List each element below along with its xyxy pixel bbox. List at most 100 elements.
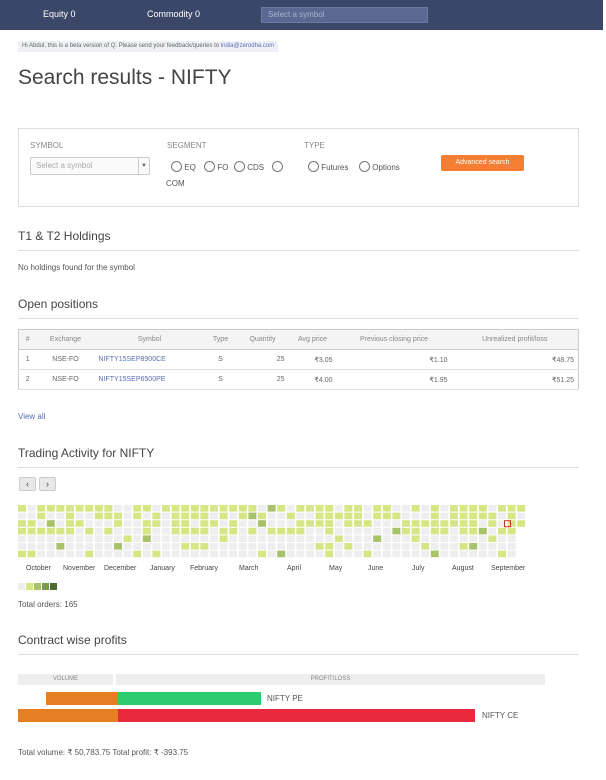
heatmap-day-cell[interactable]	[325, 543, 334, 550]
heatmap-day-cell[interactable]	[315, 505, 324, 512]
column-header[interactable]: Previous closing price	[336, 329, 452, 350]
heatmap-day-cell[interactable]	[517, 505, 526, 512]
heatmap-day-cell[interactable]	[430, 505, 439, 512]
heatmap-day-cell[interactable]	[450, 535, 458, 542]
column-header[interactable]: Unrealized profit/loss	[451, 329, 579, 350]
heatmap-day-cell[interactable]	[104, 535, 113, 542]
heatmap-day-cell[interactable]	[344, 520, 353, 527]
heatmap-day-cell[interactable]	[181, 520, 190, 527]
heatmap-day-cell[interactable]	[219, 520, 228, 527]
heatmap-day-cell[interactable]	[459, 527, 468, 535]
heatmap-day-cell[interactable]	[315, 512, 324, 520]
heatmap-day-cell[interactable]	[200, 520, 209, 527]
heatmap-day-cell[interactable]	[171, 550, 180, 558]
heatmap-day-cell[interactable]	[94, 550, 103, 558]
heatmap-day-cell[interactable]	[382, 512, 391, 520]
prev-year-button[interactable]: ‹	[19, 477, 36, 491]
heatmap-day-cell[interactable]	[354, 543, 362, 550]
heatmap-day-cell[interactable]	[411, 550, 420, 558]
heatmap-day-cell[interactable]	[267, 550, 276, 558]
heatmap-day-cell[interactable]	[488, 505, 497, 512]
heatmap-day-cell[interactable]	[411, 527, 420, 535]
heatmap-day-cell[interactable]	[354, 527, 362, 535]
heatmap-day-cell[interactable]	[210, 505, 218, 512]
heatmap-day-cell[interactable]	[277, 505, 286, 512]
heatmap-day-cell[interactable]	[133, 520, 142, 527]
segment-radio-com[interactable]	[272, 161, 283, 172]
heatmap-day-cell[interactable]	[27, 520, 36, 527]
heatmap-day-cell[interactable]	[18, 512, 26, 520]
heatmap-day-cell[interactable]	[469, 535, 478, 542]
heatmap-day-cell[interactable]	[363, 527, 372, 535]
heatmap-day-cell[interactable]	[248, 512, 257, 520]
nav-equity[interactable]: Equity 0	[43, 9, 76, 19]
heatmap-day-cell[interactable]	[267, 543, 276, 550]
heatmap-day-cell[interactable]	[421, 535, 430, 542]
heatmap-day-cell[interactable]	[306, 520, 314, 527]
heatmap-day-cell[interactable]	[411, 512, 420, 520]
heatmap-day-cell[interactable]	[123, 550, 132, 558]
heatmap-day-cell[interactable]	[478, 512, 487, 520]
heatmap-day-cell[interactable]	[200, 505, 209, 512]
heatmap-day-cell[interactable]	[94, 505, 103, 512]
heatmap-day-cell[interactable]	[46, 543, 55, 550]
heatmap-day-cell[interactable]	[85, 512, 94, 520]
heatmap-day-cell[interactable]	[392, 527, 401, 535]
heatmap-day-cell[interactable]	[450, 520, 458, 527]
advanced-search-button[interactable]: Advanced search	[441, 155, 524, 171]
heatmap-day-cell[interactable]	[200, 512, 209, 520]
heatmap-day-cell[interactable]	[459, 520, 468, 527]
heatmap-day-cell[interactable]	[478, 520, 487, 527]
heatmap-day-cell[interactable]	[488, 543, 497, 550]
heatmap-day-cell[interactable]	[37, 520, 46, 527]
heatmap-day-cell[interactable]	[229, 543, 238, 550]
heatmap-day-cell[interactable]	[133, 505, 142, 512]
heatmap-day-cell[interactable]	[507, 543, 516, 550]
heatmap-day-cell[interactable]	[334, 543, 343, 550]
heatmap-day-cell[interactable]	[142, 527, 151, 535]
heatmap-day-cell[interactable]	[450, 543, 458, 550]
heatmap-day-cell[interactable]	[267, 527, 276, 535]
heatmap-day-cell[interactable]	[507, 512, 516, 520]
heatmap-day-cell[interactable]	[229, 535, 238, 542]
heatmap-day-cell[interactable]	[114, 505, 122, 512]
heatmap-day-cell[interactable]	[190, 550, 199, 558]
heatmap-day-cell[interactable]	[85, 550, 94, 558]
heatmap-day-cell[interactable]	[162, 535, 170, 542]
row-symbol-link[interactable]: NIFTY15SEP6500PE	[94, 369, 205, 390]
heatmap-day-cell[interactable]	[37, 505, 46, 512]
heatmap-day-cell[interactable]	[171, 543, 180, 550]
chevron-down-icon[interactable]: ▼	[138, 158, 149, 174]
heatmap-day-cell[interactable]	[430, 512, 439, 520]
heatmap-day-cell[interactable]	[123, 527, 132, 535]
heatmap-day-cell[interactable]	[450, 550, 458, 558]
heatmap-day-cell[interactable]	[171, 520, 180, 527]
heatmap-day-cell[interactable]	[277, 550, 286, 558]
heatmap-day-cell[interactable]	[325, 512, 334, 520]
heatmap-day-cell[interactable]	[104, 512, 113, 520]
heatmap-day-cell[interactable]	[430, 527, 439, 535]
heatmap-day-cell[interactable]	[46, 535, 55, 542]
heatmap-day-cell[interactable]	[430, 550, 439, 558]
heatmap-day-cell[interactable]	[344, 535, 353, 542]
heatmap-day-cell[interactable]	[277, 520, 286, 527]
heatmap-day-cell[interactable]	[238, 543, 247, 550]
heatmap-day-cell[interactable]	[229, 527, 238, 535]
heatmap-day-cell[interactable]	[162, 520, 170, 527]
heatmap-day-cell[interactable]	[56, 512, 65, 520]
heatmap-day-cell[interactable]	[450, 527, 458, 535]
heatmap-day-cell[interactable]	[363, 505, 372, 512]
heatmap-day-cell[interactable]	[229, 512, 238, 520]
heatmap-day-cell[interactable]	[190, 535, 199, 542]
heatmap-day-cell[interactable]	[459, 550, 468, 558]
heatmap-day-cell[interactable]	[478, 550, 487, 558]
heatmap-day-cell[interactable]	[18, 527, 26, 535]
heatmap-day-cell[interactable]	[142, 550, 151, 558]
heatmap-day-cell[interactable]	[248, 543, 257, 550]
heatmap-day-cell[interactable]	[162, 505, 170, 512]
heatmap-day-cell[interactable]	[459, 535, 468, 542]
heatmap-day-cell[interactable]	[123, 543, 132, 550]
symbol-search-input[interactable]: Select a symbol	[261, 7, 428, 23]
heatmap-day-cell[interactable]	[450, 505, 458, 512]
heatmap-day-cell[interactable]	[507, 535, 516, 542]
